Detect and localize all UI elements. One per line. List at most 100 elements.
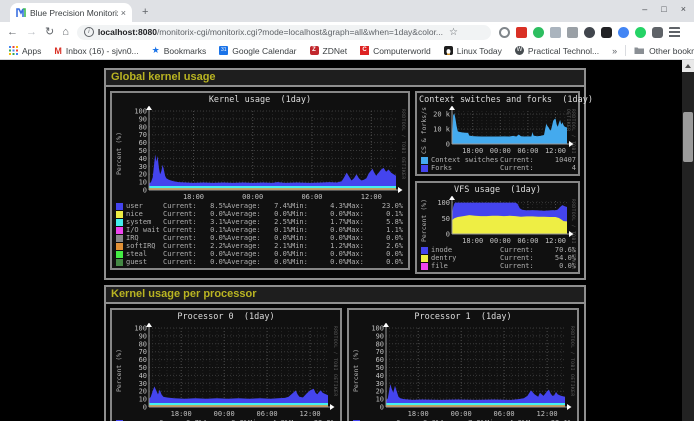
chat-extension-icon[interactable] [618, 27, 629, 38]
svg-text:06:00: 06:00 [257, 410, 278, 418]
bookmarks-overflow-icon[interactable]: » [612, 46, 617, 56]
svg-text:10: 10 [139, 396, 147, 404]
computerworld-icon: C [360, 46, 369, 55]
tab-close-icon[interactable]: × [121, 8, 126, 18]
mail-extension-icon[interactable] [516, 27, 527, 38]
processor0-chart[interactable]: 010203040506070809010018:0000:0006:0012:… [123, 323, 338, 418]
onetab-extension-icon[interactable] [669, 27, 680, 38]
apps-grid-icon [9, 46, 18, 55]
legend-swatch [116, 219, 123, 226]
home-icon[interactable]: ⌂ [62, 27, 69, 38]
graph-panel-vfs_usage[interactable]: VFS usage (1day) Percent (%) 05010018:00… [415, 181, 580, 274]
legend-stat-label: Current: [163, 258, 197, 266]
graph-legend: inodeCurrent:70.6%dentryCurrent:54.0%fil… [419, 245, 576, 270]
svg-text:70: 70 [376, 348, 384, 356]
legend-stat-label: Current: [163, 202, 197, 210]
legend-stat: Min:4.3% [291, 202, 347, 210]
bookmark-item-star[interactable]: ★Bookmarks [152, 45, 207, 56]
svg-text:30: 30 [376, 380, 384, 388]
url-text[interactable]: localhost:8080/monitorix-cgi/monitorix.c… [98, 27, 443, 37]
context_switches-chart[interactable]: 010 k20 k18:0000:0006:0012:00 [428, 106, 576, 155]
scrollbar[interactable] [682, 60, 694, 421]
bookmark-item-calendar[interactable]: 31Google Calendar [219, 46, 296, 56]
svg-text:12:00: 12:00 [361, 193, 382, 201]
legend-stat-value: 4.3% [330, 202, 347, 210]
svg-text:12:00: 12:00 [545, 147, 566, 155]
legend-label: Context switches [431, 156, 500, 164]
legend-stat: Current:8.5% [163, 202, 227, 210]
svg-text:30: 30 [139, 163, 147, 171]
legend-stat: Average:0.0% [227, 210, 291, 218]
svg-text:90: 90 [139, 115, 147, 123]
back-icon[interactable]: ← [7, 27, 18, 38]
legend-stat-value: 0.0% [274, 234, 291, 242]
legend-stat: Current:54.0% [500, 254, 576, 262]
legend-stat-label: Min: [291, 226, 308, 234]
legend-stat-label: Current: [500, 254, 534, 262]
vfs_usage-chart[interactable]: 05010018:0000:0006:0012:00 [428, 196, 576, 245]
bookmark-star-icon[interactable]: ☆ [449, 27, 458, 38]
address-bar[interactable]: i localhost:8080/monitorix-cgi/monitorix… [77, 25, 491, 40]
bookmark-label: Bookmarks [164, 46, 207, 56]
y-axis-label: Percent (%) [351, 323, 360, 418]
window-minimize-icon[interactable]: – [642, 2, 647, 16]
scrollbar-thumb[interactable] [683, 112, 693, 162]
y-axis-label: CS & forks/s [419, 106, 428, 155]
forward-icon[interactable]: → [26, 27, 37, 38]
bookmark-item-gmail[interactable]: MInbox (16) - sjvn0... [54, 46, 138, 56]
linux-penguin-icon [444, 46, 453, 55]
video-extension-icon[interactable] [601, 27, 612, 38]
svg-text:30: 30 [139, 380, 147, 388]
page-info-icon[interactable]: i [84, 27, 94, 37]
legend-label: IRQ [126, 234, 163, 242]
y-axis-label: Percent (%) [114, 106, 123, 201]
legend-stat-label: Average: [227, 242, 261, 250]
ghostery-extension-icon[interactable] [584, 27, 595, 38]
bookmark-item-computerworld[interactable]: CComputerworld [360, 46, 431, 56]
bookmark-item-wordpress[interactable]: WPractical Technol... [515, 46, 599, 56]
whatsapp-extension-icon[interactable] [635, 27, 646, 38]
window-close-icon[interactable]: × [681, 2, 686, 16]
graph-panel-context_switches[interactable]: Context switches and forks (1day) CS & f… [415, 91, 580, 176]
legend-stat-label: Max: [347, 242, 364, 250]
bookmark-item-zdnet[interactable]: ZZDNet [310, 46, 348, 56]
wordpress-icon: W [515, 46, 524, 55]
bookmark-label: Apps [22, 46, 41, 56]
new-tab-button[interactable]: + [142, 7, 148, 18]
svg-text:0: 0 [143, 187, 147, 195]
legend-stat: Current:0.0% [500, 262, 576, 270]
graph-panel-processor0[interactable]: Processor 0 (1day) Percent (%) 010203040… [110, 308, 342, 421]
legend-stat-label: Average: [227, 210, 261, 218]
bookmark-item-linux[interactable]: Linux Today [444, 46, 502, 56]
legend-label: softIRQ [126, 242, 163, 250]
graph-panel-kernel_usage[interactable]: Kernel usage (1day) Percent (%) 01020304… [110, 91, 410, 270]
screenshot-extension-icon[interactable] [567, 27, 578, 38]
svg-text:60: 60 [376, 356, 384, 364]
reload-icon[interactable]: ↻ [45, 27, 54, 38]
legend-stat-label: Average: [227, 258, 261, 266]
gmail-icon: M [54, 46, 62, 56]
processor1-chart[interactable]: 010203040506070809010018:0000:0006:0012:… [360, 323, 575, 418]
legend-stat: Current:0.1% [163, 226, 227, 234]
legend-row: softIRQCurrent:2.2%Average:2.1%Min:1.2%M… [116, 242, 406, 250]
legend-stat-label: Min: [291, 250, 308, 258]
copy-extension-icon[interactable] [550, 27, 561, 38]
legend-stat: Max:0.0% [347, 234, 403, 242]
legend-row: I/O waitCurrent:0.1%Average:0.1%Min:0.0%… [116, 226, 406, 234]
kernel_usage-chart[interactable]: 010203040506070809010018:0000:0006:0012:… [123, 106, 406, 201]
pin-extension-icon[interactable] [652, 27, 663, 38]
scroll-up-icon[interactable] [682, 60, 694, 72]
window-maximize-icon[interactable]: □ [661, 2, 666, 16]
graph-panel-processor1[interactable]: Processor 1 (1day) Percent (%) 010203040… [347, 308, 579, 421]
svg-text:80: 80 [139, 123, 147, 131]
browser-tab[interactable]: Blue Precision Monitorix × [10, 3, 132, 22]
legend-stat-value: 1.7% [330, 218, 347, 226]
legend-stat-label: Current: [500, 164, 534, 172]
search-extension-icon[interactable] [499, 27, 510, 38]
evernote-extension-icon[interactable] [533, 27, 544, 38]
graph-legend: userCurrent:8.5%Average:7.4%Min:4.3%Max:… [114, 201, 406, 266]
svg-text:100: 100 [134, 108, 147, 116]
legend-stat-label: Max: [347, 218, 364, 226]
other-bookmarks-button[interactable]: Other bookmarks [634, 46, 694, 56]
bookmark-item-apps[interactable]: Apps [9, 46, 41, 56]
